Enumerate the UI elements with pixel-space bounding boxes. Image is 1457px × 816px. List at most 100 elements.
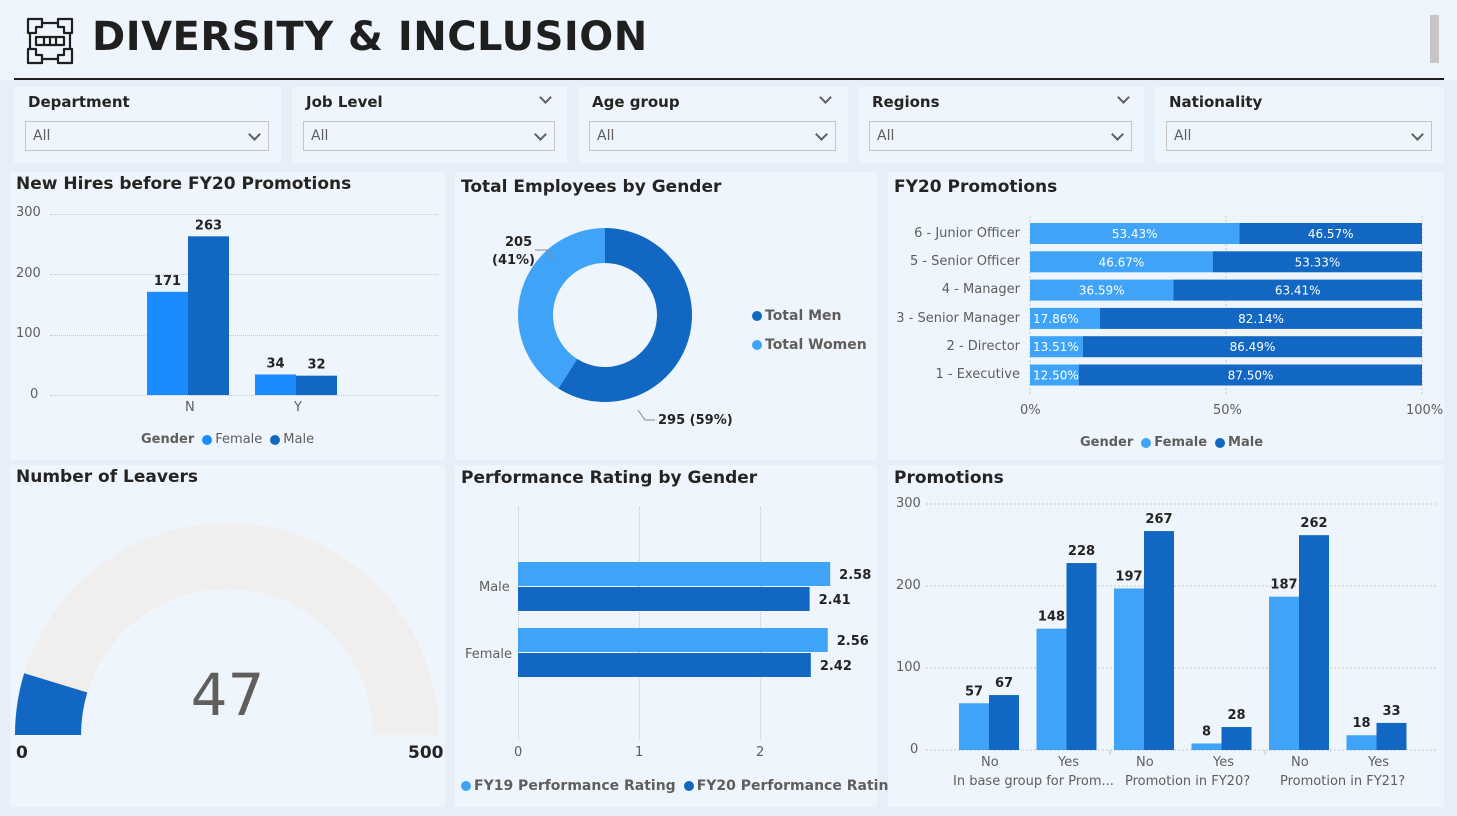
x-tick: 2 (756, 745, 765, 760)
bar-fy19 (518, 628, 828, 652)
bar-male (989, 695, 1019, 750)
fy20-stacked-bars: 53.43% 46.57% 46.67% 53.33% 36.59% 63.41% 17.8… (1029, 216, 1423, 394)
bar-male (296, 375, 337, 395)
data-label: 263 (195, 218, 222, 233)
bar-female (1036, 628, 1067, 750)
slicer-nationality: Nationality All (1155, 87, 1444, 163)
data-label: 46.57% (1308, 227, 1354, 241)
data-label: 86.49% (1230, 340, 1276, 354)
dropdown-value: All (597, 128, 615, 144)
regions-dropdown[interactable]: All (869, 121, 1132, 151)
data-label: 82.14% (1238, 312, 1284, 326)
promotions-card: Promotions 300 200 100 0 57 67 148 228 197 26… (888, 465, 1444, 807)
bar-female (1114, 588, 1144, 750)
data-label: 87.50% (1228, 369, 1274, 383)
data-label: 171 (154, 274, 181, 289)
slicer-department: Department All (14, 87, 281, 163)
bar-female (1191, 743, 1222, 750)
dropdown-value: All (1174, 128, 1192, 144)
legend-item-men: Total Men (744, 308, 842, 324)
data-label: 2.42 (820, 659, 852, 674)
legend-female: Female (1154, 435, 1208, 450)
bar-female (1346, 735, 1377, 750)
x-tick: 0% (1020, 403, 1041, 418)
legend-female: Female (215, 432, 263, 447)
data-label: 2.56 (837, 634, 869, 649)
bar-male (1144, 531, 1174, 750)
bar-male (1376, 722, 1407, 750)
bar-female (1269, 596, 1299, 750)
x-tick: No (1291, 755, 1309, 770)
data-label: 148 (1038, 610, 1065, 625)
chevron-down-icon[interactable] (1117, 91, 1130, 104)
data-label: 46.67% (1099, 255, 1145, 269)
legend-fy19: FY19 Performance Rating (474, 778, 676, 794)
slicer-label: Regions (872, 93, 940, 111)
data-label: 12.50% (1033, 369, 1079, 383)
scrollbar[interactable] (1430, 15, 1439, 63)
legend-male: Male (283, 432, 315, 447)
age-group-dropdown[interactable]: All (589, 121, 836, 151)
data-label: 8 (1202, 724, 1211, 739)
legend-swatch-fy19 (461, 781, 471, 791)
legend-swatch-male (270, 434, 281, 445)
women-count-label: 205 (505, 235, 533, 250)
slicer-age-group: Age group All (578, 87, 848, 163)
data-label: 32 (307, 358, 325, 373)
slicer-label: Age group (592, 93, 680, 111)
data-label: 67 (995, 676, 1013, 691)
x-tick: 0 (514, 745, 523, 760)
department-dropdown[interactable]: All (25, 121, 269, 151)
data-label: 267 (1145, 512, 1172, 527)
bar-male (1299, 535, 1329, 750)
group-label: In base group for Prom... (953, 774, 1114, 789)
job-level-dropdown[interactable]: All (303, 121, 555, 151)
chevron-down-icon (248, 128, 261, 141)
hands-circle-icon (22, 15, 78, 67)
chevron-down-icon[interactable] (539, 91, 552, 104)
chevron-down-icon (815, 128, 828, 141)
gauge-min: 0 (16, 743, 28, 763)
page-title: DIVERSITY & INCLUSION (92, 14, 648, 60)
bar-female (255, 374, 296, 395)
legend-male: Male (1228, 435, 1264, 450)
slicer-label: Job Level (306, 93, 383, 111)
legend-swatch-female (202, 434, 213, 445)
x-tick: 50% (1213, 403, 1242, 418)
data-label: 262 (1300, 516, 1327, 531)
fy20-promotions-card: FY20 Promotions 6 - Junior Officer 5 - S… (888, 172, 1444, 460)
data-label: 28 (1227, 708, 1245, 723)
legend-fy20: FY20 Performance Rating (696, 778, 899, 794)
men-label: 295 (59%) (658, 413, 733, 428)
group-label: Promotion in FY21? (1280, 774, 1406, 789)
data-label: 17.86% (1033, 312, 1079, 326)
bar-fy20 (518, 653, 811, 677)
chevron-down-icon[interactable] (819, 91, 832, 104)
dropdown-value: All (877, 128, 895, 144)
x-tick: 100% (1406, 403, 1444, 418)
chevron-down-icon (534, 128, 547, 141)
leader-line-men (637, 409, 655, 421)
new-hires-bars: 171 263 34 32 (147, 218, 337, 395)
dropdown-value: All (33, 128, 51, 144)
x-tick: Yes (1368, 755, 1389, 770)
title-divider (14, 78, 1444, 80)
slicer-regions: Regions All (858, 87, 1144, 163)
women-pct-label: (41%) (492, 253, 535, 268)
bar-female (147, 291, 188, 395)
bar-male (188, 236, 229, 395)
legend-title: Gender (141, 432, 195, 447)
x-tick: No (1136, 755, 1154, 770)
legend: Gender Female Male (1080, 435, 1263, 450)
group-label: Promotion in FY20? (1125, 774, 1251, 789)
x-tick: No (981, 755, 999, 770)
gender-donut-card: Total Employees by Gender 205 (41%) 295 … (455, 172, 877, 460)
slicer-job-level: Job Level All (292, 87, 567, 163)
legend-swatch-men (752, 311, 762, 321)
data-label: 2.41 (819, 593, 851, 608)
data-label: 57 (965, 684, 983, 699)
data-label: 187 (1270, 578, 1297, 593)
legend-swatch-female (1141, 437, 1152, 448)
data-label: 63.41% (1275, 284, 1321, 298)
nationality-dropdown[interactable]: All (1166, 121, 1432, 151)
